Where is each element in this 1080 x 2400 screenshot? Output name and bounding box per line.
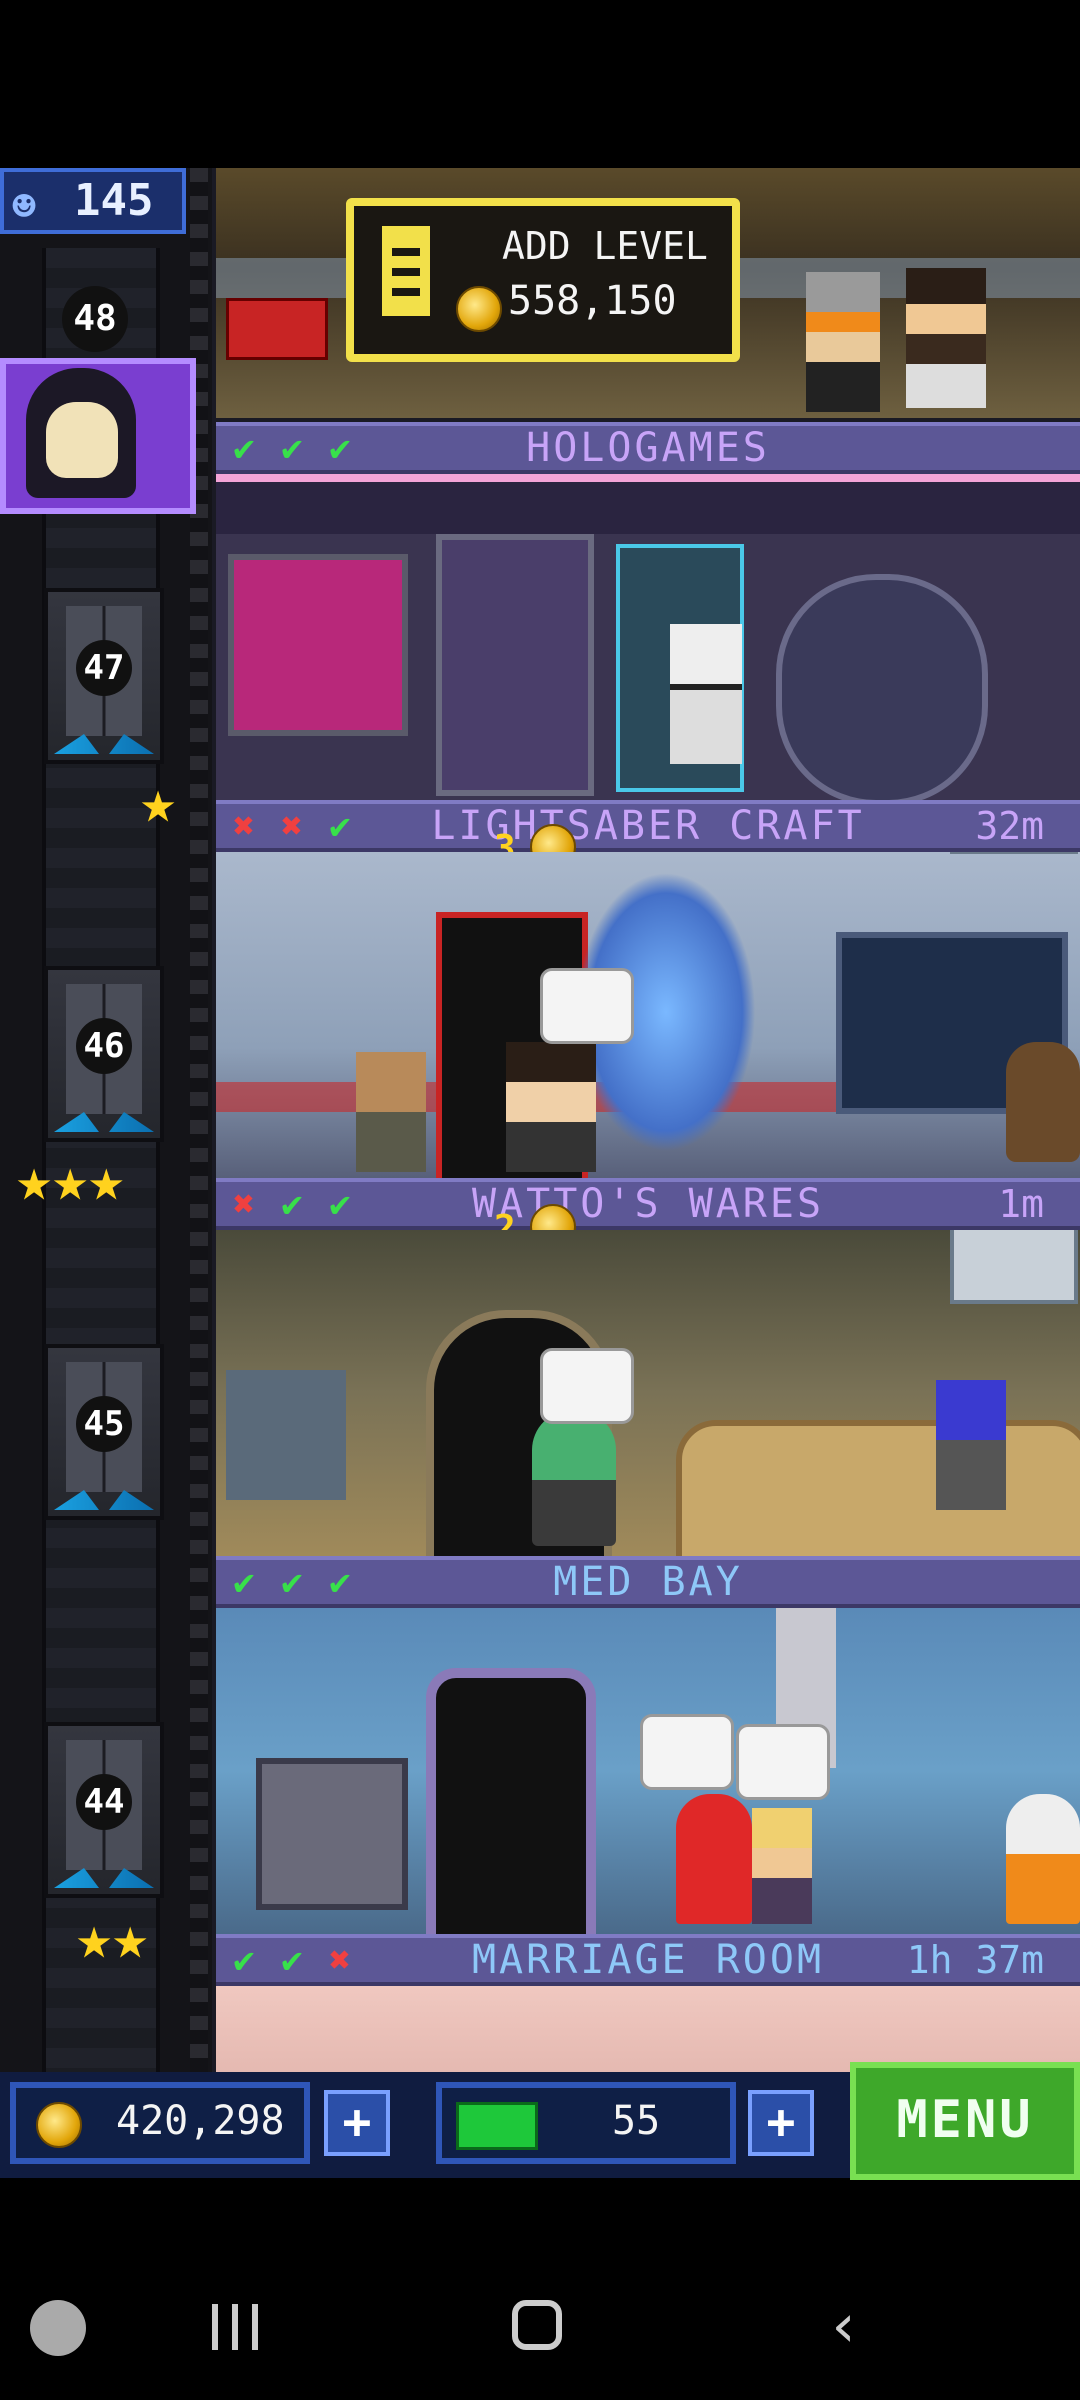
buy-coins-button[interactable]: + (324, 2090, 390, 2156)
coins-value: 420,298 (116, 2098, 285, 2144)
star-icon: ★ (16, 1145, 53, 1215)
bearded-character (356, 1052, 426, 1172)
arcade-machine (226, 298, 328, 360)
home-icon[interactable] (512, 2300, 562, 2350)
game-launcher-icon[interactable] (30, 2300, 86, 2356)
star-icon: ★ (88, 1145, 125, 1215)
rodian-character (532, 1410, 616, 1546)
elevator-floor-marker-46[interactable]: 46 (44, 966, 164, 1142)
buy-bux-button[interactable]: + (748, 2090, 814, 2156)
room-label-marriage[interactable]: ✔ ✔ ✖ MARRIAGE ROOM 1h 37m (216, 1934, 1080, 1986)
plus-icon: + (766, 2094, 796, 2150)
back-icon[interactable]: ‹ (826, 2296, 862, 2356)
coins-display[interactable]: 420,298 (10, 2082, 310, 2164)
elevator-floor-45: 45 (76, 1396, 132, 1452)
add-level-title: ADD LEVEL (502, 224, 708, 268)
menu-button[interactable]: MENU (850, 2062, 1080, 2180)
marriage-rating: ★★ (76, 1908, 148, 1968)
recents-icon[interactable] (212, 2304, 262, 2350)
stormtrooper-character (670, 624, 742, 764)
elevator-floor-marker-44[interactable]: 44 (44, 1722, 164, 1898)
room-timer: 1m (998, 1182, 1044, 1226)
status-bar (0, 0, 1080, 168)
elevator-floor-46: 46 (76, 1018, 132, 1074)
room-label-medbay[interactable]: ✔ ✔ ✔ MED BAY (216, 1556, 1080, 1608)
population-value: 145 (74, 175, 154, 226)
plus-icon: + (342, 2094, 372, 2150)
room-name: LIGHTSABER CRAFT (431, 803, 865, 849)
star-icon: ★ (112, 1903, 149, 1973)
elevator-car-avatar[interactable] (0, 358, 196, 514)
room-wattos-scene[interactable] (216, 1230, 1080, 1556)
room-label-wattos[interactable]: ✖ ✔ ✔ WATTO'S WARES 1m (216, 1178, 1080, 1230)
elevator-floor-44: 44 (76, 1774, 132, 1830)
system-nav-bar: ‹ (0, 2250, 1080, 2400)
character-bearded (906, 268, 986, 408)
star-icon: ★ (76, 1903, 113, 1973)
request-bubble[interactable] (640, 1714, 734, 1790)
wattos-rating: ★★★ (16, 1150, 124, 1210)
room-name: MED BAY (553, 1559, 743, 1605)
elevator-floor-marker-47[interactable]: 47 (44, 588, 164, 764)
star-icon: ★ (52, 1145, 89, 1215)
request-bubble[interactable] (736, 1724, 830, 1800)
pilot-character (1006, 1794, 1080, 1924)
room-name: WATTO'S WARES (471, 1181, 825, 1227)
character-orange-hair (806, 272, 880, 412)
add-level-icon (382, 226, 430, 316)
elevator-floor-48[interactable]: 48 (62, 286, 128, 352)
room-label-hologames[interactable]: ✔ ✔ ✔ HOLOGAMES (216, 422, 1080, 474)
room-label-lightsaber[interactable]: ✖ ✖ ✔ LIGHTSABER CRAFT 32m (216, 800, 1080, 852)
room-name: HOLOGAMES (526, 425, 770, 471)
blonde-character (752, 1808, 812, 1924)
bux-display[interactable]: 55 (436, 2082, 736, 2164)
add-level-button[interactable]: ADD LEVEL 558,150 (346, 198, 740, 362)
elevator-floor-marker-45[interactable]: 45 (44, 1344, 164, 1520)
request-bubble[interactable] (540, 968, 634, 1044)
bux-value: 55 (612, 2098, 661, 2144)
room-lightsaber-workshop[interactable] (216, 852, 1080, 1178)
sith-character (506, 1042, 596, 1172)
elevator-floor-47: 47 (76, 640, 132, 696)
room-timer: 1h 37m (906, 1938, 1044, 1982)
bux-icon (456, 2102, 538, 2150)
room-timer: 32m (975, 804, 1044, 848)
coin-icon (36, 2102, 82, 2148)
population-counter[interactable]: ☻ 145 (0, 168, 186, 234)
red-guard-character (676, 1794, 752, 1924)
crate-product-icon (950, 1230, 1078, 1304)
game-viewport[interactable]: ☻ 145 63 48 47 46 45 44 ★ ★★★ ★★ (0, 168, 1080, 2170)
person-icon: ☻ (12, 184, 37, 230)
ewok-character (1006, 1042, 1080, 1162)
coin-icon (456, 286, 502, 332)
star-icon: ★ (140, 767, 177, 837)
hooded-character-icon (26, 368, 136, 498)
purple-alien-character (936, 1380, 1006, 1510)
lightsaber-product-icon (950, 852, 1078, 854)
add-level-cost: 558,150 (508, 278, 677, 324)
request-bubble[interactable] (540, 1348, 634, 1424)
